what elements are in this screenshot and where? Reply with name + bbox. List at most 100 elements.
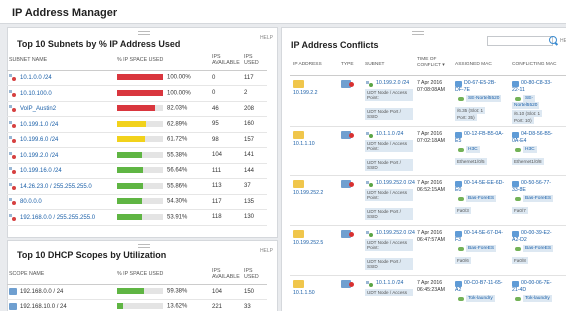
item-link[interactable]: 192.168.0.0 / 255.255.255.0 — [20, 215, 95, 221]
conflicting-node[interactable]: Tok-laundry — [523, 295, 552, 302]
conflicting-mac[interactable]: 00-80-C8-33- — [521, 80, 552, 87]
assigned-node[interactable]: SE-Nortel5520 — [466, 95, 502, 102]
assigned-node[interactable]: H3C — [466, 146, 480, 153]
conflicting-mac-cont[interactable]: 22-11 — [512, 87, 525, 94]
usage-bar — [117, 303, 163, 310]
table-row[interactable]: VoIP_Austin2 82.03% 46 208 — [7, 101, 267, 117]
conflicting-mac[interactable]: 00-50-56-77- — [521, 180, 551, 187]
column-header[interactable]: SUBNET NAME — [7, 50, 117, 71]
help-link[interactable]: HELP — [260, 248, 273, 254]
conflict-row[interactable]: 10.199.252.5 10.199.252.0 /24 UDT Node / A… — [290, 227, 566, 276]
ips-used: 157 — [244, 132, 267, 148]
usage-cell: 59.38% — [117, 284, 212, 300]
table-row[interactable]: 10.199.16.0 /24 56.64% 111 144 — [7, 163, 267, 179]
column-header[interactable]: TYPE — [341, 62, 354, 68]
ip-address[interactable]: 10.1.1.50 — [293, 290, 315, 297]
help-link[interactable]: HELP — [260, 35, 273, 41]
table-row[interactable]: 10.10.100.0 100.00% 0 2 — [7, 85, 267, 102]
conflicting-node-cont[interactable]: Nortel5520 — [512, 102, 540, 109]
column-header[interactable]: CONFLICTING MAC — [512, 62, 557, 68]
conflict-row[interactable]: 10.1.1.10 10.1.1.0 /24 UDT Node / Access P… — [290, 128, 566, 176]
subnet-link[interactable]: 10.1.1.0 /24 — [376, 131, 403, 138]
item-link[interactable]: 10.199.1.0 /24 — [20, 122, 58, 128]
table-row[interactable]: 192.168.0.0 / 255.255.255.0 53.91% 118 130 — [7, 209, 267, 226]
conflicting-node[interactable]: SE- — [523, 95, 535, 102]
assigned-mac[interactable]: 00-C0-B7-11-65- — [464, 280, 503, 287]
subnet-link[interactable]: 10.199.252.0 /24 — [376, 230, 415, 237]
table-row[interactable]: 192.168.10.0 / 24 13.62% 221 33 — [7, 299, 267, 311]
column-header[interactable]: % IP SPACE USED — [117, 264, 212, 285]
item-link[interactable]: 80.0.0.0 — [20, 199, 42, 205]
subnet-link[interactable]: 10.199.252.0 /24 — [376, 180, 415, 187]
assigned-mac[interactable]: D0-67-E5-2B- — [464, 80, 496, 87]
item-link[interactable]: 192.168.10.0 / 24 — [20, 304, 67, 310]
ip-address[interactable]: 10.199.2.2 — [293, 90, 318, 97]
conflicting-mac[interactable]: 00-00-39-E2- — [521, 230, 552, 237]
search-input[interactable] — [487, 36, 553, 46]
item-link[interactable]: 192.168.0.0 / 24 — [20, 289, 63, 295]
conflicting-mac[interactable]: 04-D8-56-B5- — [521, 131, 552, 138]
conflicting-mac[interactable]: 00-00-06-7E- — [521, 280, 552, 287]
conflicting-node[interactable]: Bas-ForeES — [523, 245, 554, 252]
item-link[interactable]: 10.199.16.0 /24 — [20, 168, 62, 174]
conflicting-node[interactable]: Bas-ForeES — [523, 195, 554, 202]
assigned-mac-cont[interactable]: A2 — [455, 287, 461, 294]
column-header[interactable]: IPS AVAILABLE — [212, 50, 244, 71]
table-row[interactable]: 10.1.0.0 /24 100.00% 0 117 — [7, 70, 267, 86]
subnet-link[interactable]: 10.199.2.0 /24 — [376, 80, 409, 87]
assigned-mac[interactable]: 00-12-FB-B5-0A- — [464, 131, 504, 138]
assigned-mac-cont[interactable]: E0 — [455, 187, 461, 194]
table-row[interactable]: 14.26.23.0 / 255.255.255.0 55.86% 113 37 — [7, 178, 267, 195]
item-link[interactable]: 10.199.2.0 /24 — [20, 153, 58, 159]
assigned-mac[interactable]: 00-14-5E-EE-6D- — [464, 180, 504, 187]
column-header[interactable]: IPS USED — [244, 50, 267, 71]
assigned-mac[interactable]: 00-14-5E-67-D4- — [464, 230, 503, 237]
column-header[interactable]: IP ADDRESS — [293, 62, 322, 68]
drag-handle[interactable] — [138, 244, 150, 248]
help-link[interactable]: HE — [560, 38, 566, 44]
subnet-link[interactable]: 10.1.1.0 /24 — [376, 280, 403, 287]
ip-address[interactable]: 10.199.252.2 — [293, 190, 323, 197]
column-header[interactable]: % IP SPACE USED — [117, 50, 212, 71]
search-icon[interactable] — [549, 36, 557, 44]
item-link[interactable]: 10.10.100.0 — [20, 91, 52, 97]
conflicting-mac-cont[interactable]: A2-D2 — [512, 237, 527, 244]
ip-address[interactable]: 10.1.1.10 — [293, 141, 315, 148]
assigned-mac-cont[interactable]: E5 — [455, 138, 461, 145]
table-row[interactable]: 10.199.6.0 /24 61.72% 98 157 — [7, 132, 267, 148]
ip-address[interactable]: 10.199.252.5 — [293, 240, 323, 247]
table-row[interactable]: 80.0.0.0 54.30% 117 135 — [7, 194, 267, 210]
item-link[interactable]: VoIP_Austin2 — [20, 106, 56, 112]
column-header[interactable]: TIME OF — [417, 57, 436, 63]
column-header[interactable]: CONFLICT ▾ — [417, 63, 445, 69]
assigned-mac-cont[interactable]: F3 — [455, 237, 461, 244]
table-row[interactable]: 10.199.2.0 /24 55.38% 104 141 — [7, 147, 267, 164]
item-link[interactable]: 10.1.0.0 /24 — [20, 75, 52, 81]
assigned-node[interactable]: Bas-ForeES — [466, 195, 497, 202]
conflict-row[interactable]: 10.199.252.2 10.199.252.0 /24 UDT Node / A… — [290, 177, 566, 226]
conflicting-mac-cont[interactable]: 0A-E4 — [512, 138, 526, 145]
item-link[interactable]: 14.26.23.0 / 255.255.255.0 — [20, 184, 92, 190]
assigned-node[interactable]: Bas-ForeES — [466, 245, 497, 252]
column-header[interactable]: SUBNET — [365, 62, 384, 68]
assigned-node[interactable]: Tok-laundry — [466, 295, 495, 302]
conflicting-mac-cont[interactable]: 33-8E — [512, 187, 526, 194]
column-header[interactable]: ASSIGNED MAC — [455, 62, 492, 68]
ips-available: 113 — [212, 178, 244, 195]
column-header[interactable]: IPS USED — [244, 264, 267, 285]
table-row[interactable]: 10.199.1.0 /24 62.89% 95 160 — [7, 116, 267, 133]
conflicting-mac-cont[interactable]: 21-4D — [512, 287, 526, 294]
conflict-row[interactable]: 10.1.1.50 10.1.1.0 /24 UDT Node / Access 7 … — [290, 277, 566, 311]
item-link[interactable]: 10.199.6.0 /24 — [20, 137, 58, 143]
conflict-row[interactable]: 10.199.2.2 10.199.2.0 /24 UDT Node / Acces… — [290, 77, 566, 127]
subnet-status-icon — [9, 182, 17, 190]
conflicting-node[interactable]: H3C — [523, 146, 537, 153]
conflicts-table-header: IP ADDRESS TYPE SUBNET TIME OF CONFLICT … — [290, 54, 566, 76]
assigned-mac-cont[interactable]: DF-7E — [455, 87, 470, 94]
table-row[interactable]: 192.168.0.0 / 24 59.38% 104 150 — [7, 284, 267, 300]
column-header[interactable]: SCOPE NAME — [7, 264, 117, 285]
subnet-icon — [366, 281, 373, 287]
drag-handle[interactable] — [138, 31, 150, 35]
column-header[interactable]: IPS AVAILABLE — [212, 264, 244, 285]
drag-handle[interactable] — [412, 31, 424, 35]
